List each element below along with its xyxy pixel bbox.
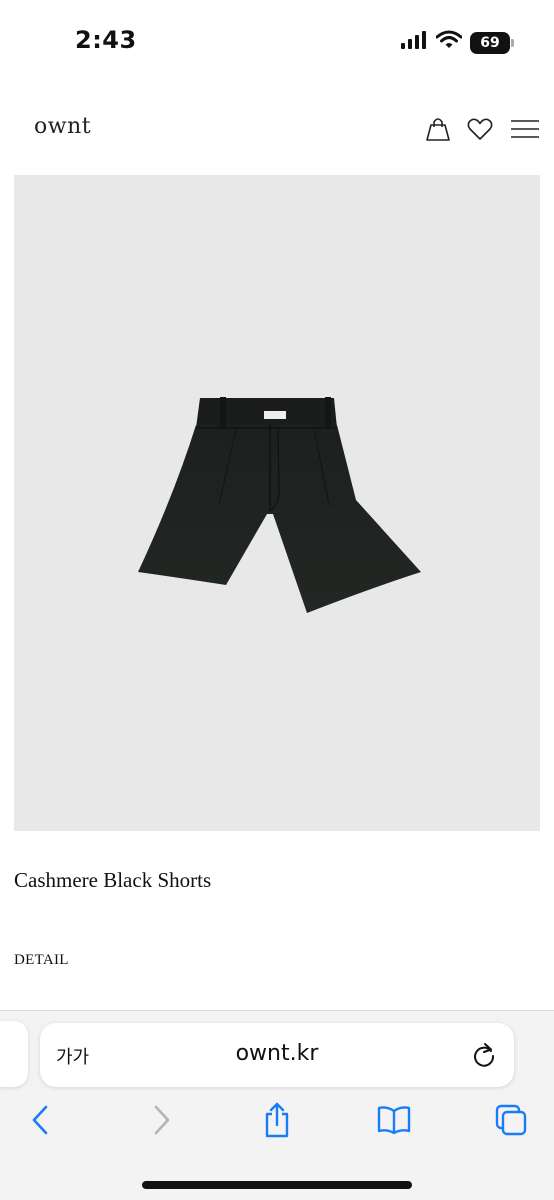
status-bar: 2:43 69 [0,0,554,86]
shorts-illustration [138,397,421,613]
url-text[interactable]: ownt.kr [40,1041,514,1066]
status-time: 2:43 [75,26,137,54]
tabs-icon[interactable] [491,1100,531,1140]
site-header: ownt [0,100,554,160]
reload-icon[interactable] [470,1041,498,1069]
share-icon[interactable] [257,1100,297,1140]
wifi-icon [435,30,463,55]
home-indicator[interactable] [142,1181,412,1189]
back-icon[interactable] [21,1100,61,1140]
previous-tab-card[interactable] [0,1021,28,1087]
status-icons: 69 [400,30,514,55]
forward-icon[interactable] [141,1100,181,1140]
brand-logo[interactable]: ownt [34,114,91,139]
shopping-bag-icon[interactable] [423,114,453,144]
product-image[interactable] [14,175,540,831]
heart-icon[interactable] [465,114,495,144]
cellular-signal-icon [400,30,428,55]
battery-icon: 69 [470,31,514,54]
product-title: Cashmere Black Shorts [14,868,212,892]
detail-tab[interactable]: DETAIL [14,952,69,969]
menu-icon[interactable] [510,114,540,144]
address-bar[interactable]: 가가 ownt.kr [40,1023,514,1087]
bookmarks-icon[interactable] [374,1100,414,1140]
